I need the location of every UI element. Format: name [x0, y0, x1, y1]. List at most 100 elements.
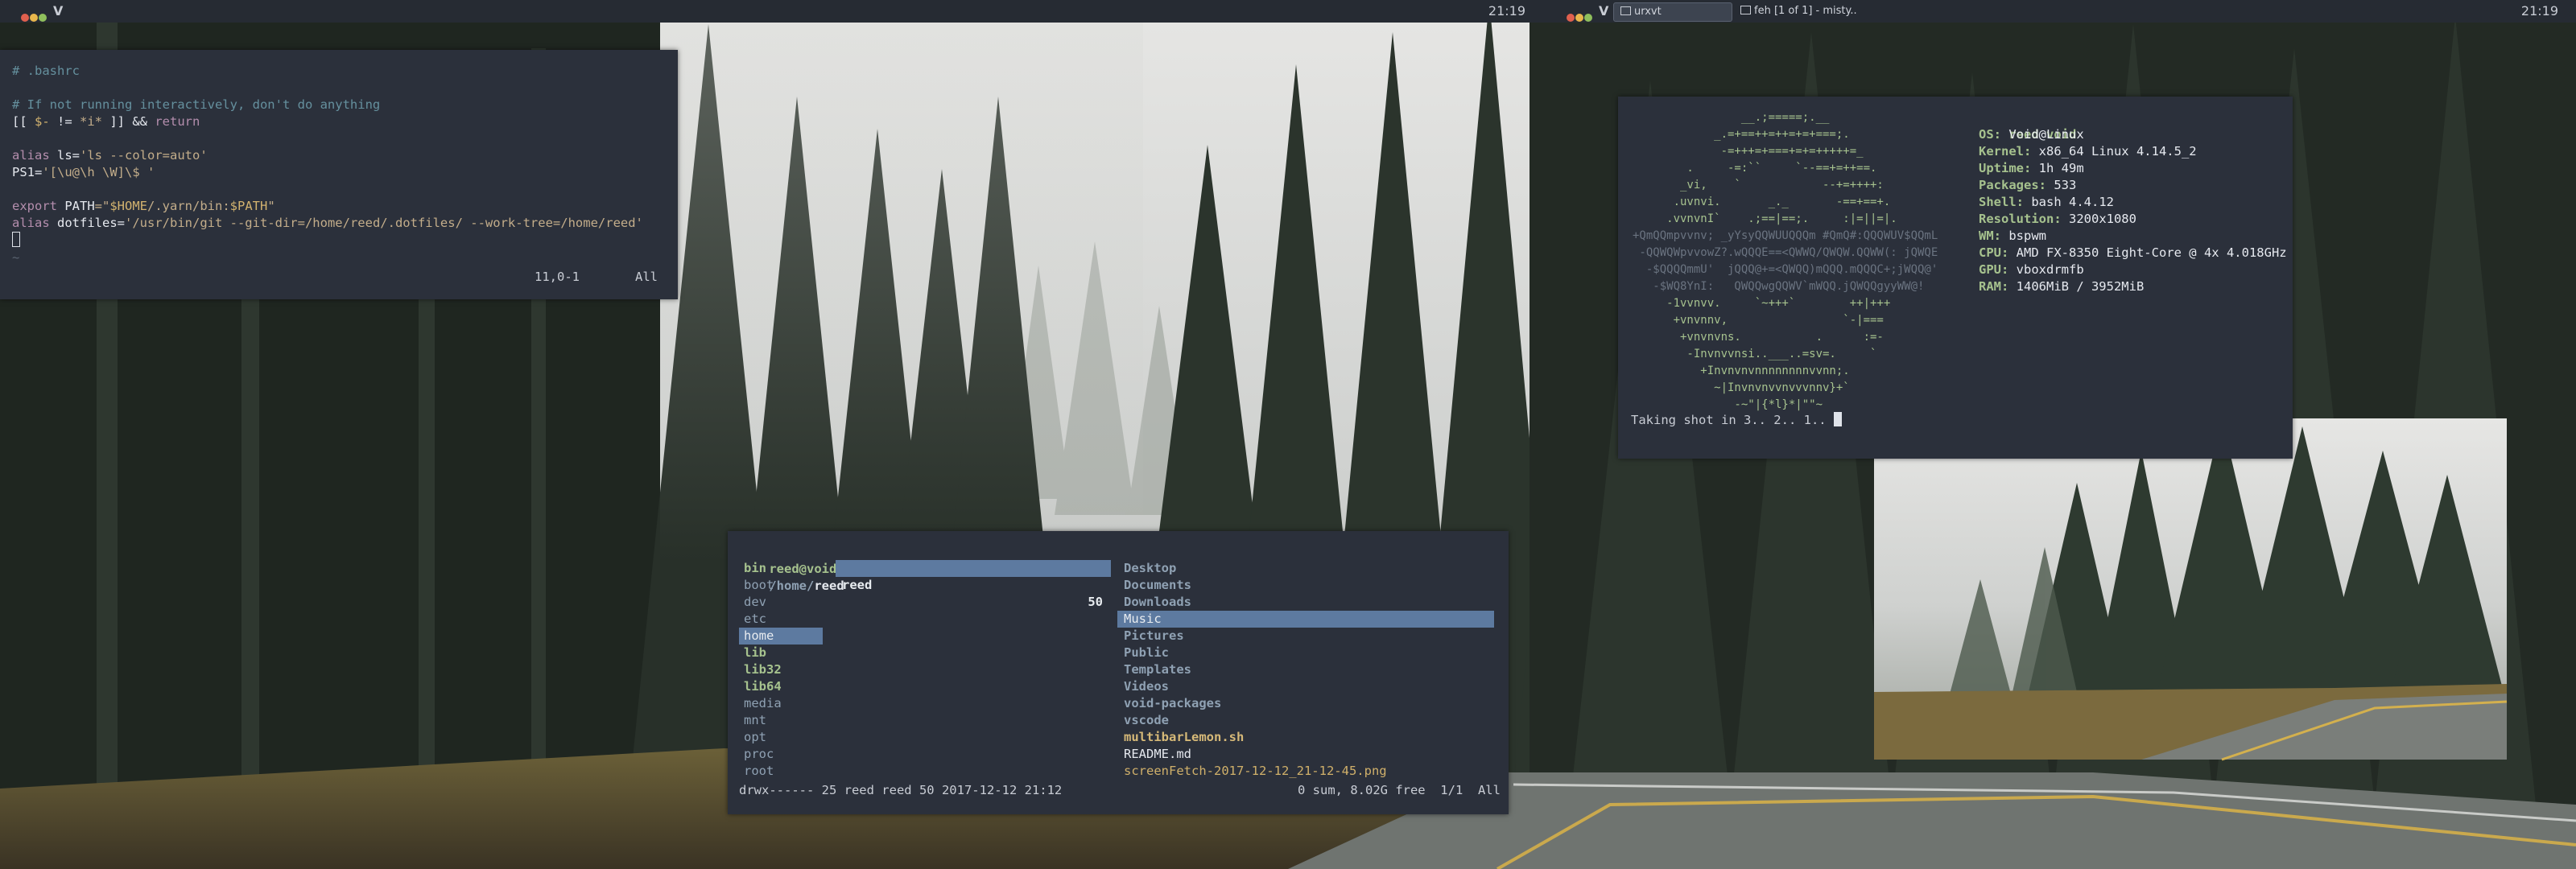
- vim-token: $PATH: [229, 199, 268, 213]
- info-value: vboxdrmfb: [2008, 262, 2084, 277]
- list-item[interactable]: Public: [1117, 645, 1169, 661]
- ranger-file-manager-window[interactable]: reed@void /home/reed bin boot dev etc home li…: [728, 531, 1509, 814]
- logo-line: +vnvnvns. . :=-: [1633, 331, 1884, 344]
- list-item[interactable]: Videos: [1117, 678, 1169, 695]
- list-item[interactable]: mnt: [739, 712, 766, 729]
- list-item[interactable]: bin: [739, 560, 766, 577]
- item-name: multibarLemon.sh: [1124, 730, 1245, 744]
- terminal-icon: [1620, 6, 1631, 15]
- list-item[interactable]: lib32: [739, 661, 782, 678]
- list-item[interactable]: lib64: [739, 678, 782, 695]
- list-item[interactable]: Documents: [1117, 577, 1191, 594]
- info-value: x86_64 Linux 4.14.5_2: [2031, 144, 2197, 159]
- vim-line: alias ls='ls --color=auto': [12, 147, 208, 164]
- red-dot-icon: [21, 14, 29, 22]
- vim-token: alias: [12, 148, 57, 163]
- list-item[interactable]: Downloads: [1117, 594, 1191, 611]
- list-item[interactable]: Pictures: [1117, 628, 1184, 645]
- info-value: 533: [2046, 178, 2077, 192]
- info-value: 3200x1080: [2061, 212, 2136, 226]
- info-row: Resolution: 3200x1080: [1979, 211, 2136, 228]
- info-key: Uptime:: [1979, 161, 2032, 175]
- list-item[interactable]: Music: [1117, 611, 1494, 628]
- info-value: 1h 49m: [2031, 161, 2084, 175]
- vim-token: export: [12, 199, 65, 213]
- dir-count: 50: [1088, 595, 1103, 609]
- vim-line: alias dotfiles='/usr/bin/git --git-dir=/…: [12, 215, 643, 232]
- list-item[interactable]: Templates: [1117, 661, 1191, 678]
- info-row: Uptime: 1h 49m: [1979, 160, 2084, 177]
- info-key: RAM:: [1979, 279, 2009, 294]
- item-name: Templates: [1124, 662, 1191, 677]
- neofetch-terminal-window[interactable]: __.;=====;.__ _.=+==++=++=+=+===;. -=+++…: [1618, 97, 2293, 459]
- list-item[interactable]: screenFetch-2017-12-12_21-12-45.png: [1117, 763, 1387, 780]
- logo-line: -=+++=+===+=+=+++++=_: [1633, 145, 1864, 158]
- item-name: lib64: [744, 679, 782, 694]
- info-value: bspwm: [2001, 229, 2046, 243]
- item-name: screenFetch-2017-12-12_21-12-45.png: [1124, 764, 1387, 778]
- item-name: Music: [1124, 612, 1162, 626]
- list-item[interactable]: root: [739, 763, 774, 780]
- logo-line: .uvnvi. _._ -==+==+.: [1633, 196, 1891, 208]
- vim-token: =": [94, 199, 110, 213]
- vim-token: PS1: [12, 165, 35, 179]
- logo-line: ~|Invnvnvvnvvvnnv}+`: [1633, 381, 1850, 394]
- vim-token: =: [35, 165, 43, 179]
- list-item[interactable]: lib: [739, 645, 766, 661]
- logo-line: +vnvnnv, `-|===: [1633, 314, 1884, 327]
- item-name: lib32: [744, 662, 782, 677]
- user-host: reed@void: [769, 562, 837, 576]
- list-item[interactable]: dev: [739, 594, 766, 611]
- vim-line: export PATH="$HOME/.yarn/bin:$PATH": [12, 198, 275, 215]
- logo-line: . -=:`` `--==+=++==.: [1633, 162, 1877, 175]
- taskbar-item-label: feh [1 of 1] - misty...: [1754, 5, 1856, 17]
- taskbar-item-urxvt[interactable]: urxvt: [1613, 2, 1732, 22]
- info-row: RAM: 1406MiB / 3952MiB: [1979, 278, 2144, 295]
- info-row: OS: Void Linux: [1979, 126, 2084, 143]
- workspace-indicator[interactable]: V: [1599, 0, 1608, 23]
- item-name: mnt: [744, 713, 766, 727]
- item-name: Downloads: [1124, 595, 1191, 609]
- info-value: AMD FX-8350 Eight-Core @ 4x 4.018GHz: [2008, 245, 2287, 260]
- countdown-text: Taking shot in 3.. 2.. 1..: [1631, 413, 1834, 427]
- text-cursor: [1833, 412, 1842, 426]
- feh-image-window: [1874, 418, 2508, 761]
- info-row: Kernel: x86_64 Linux 4.14.5_2: [1979, 143, 2197, 160]
- list-item[interactable]: boot: [739, 577, 774, 594]
- list-item[interactable]: media: [739, 695, 782, 712]
- taskbar-item-feh[interactable]: feh [1 of 1] - misty...: [1734, 2, 1856, 20]
- item-name: Desktop: [1124, 561, 1177, 575]
- item-name: README.md: [1124, 747, 1191, 761]
- list-item[interactable]: Desktop: [1117, 560, 1176, 577]
- vim-token: ]] &&: [102, 114, 155, 129]
- vim-terminal-window[interactable]: # .bashrc # If not running interactively,…: [0, 50, 678, 299]
- item-name: Pictures: [1124, 628, 1184, 643]
- ranger-status-left: drwx------ 25 reed reed 50 2017-12-12 21…: [739, 783, 1063, 797]
- workspace-indicator[interactable]: V: [53, 0, 63, 23]
- list-item[interactable]: void-packages: [1117, 695, 1221, 712]
- logo-line: -~"|{*l}*|""~: [1633, 398, 1823, 411]
- top-bar-left: V 21:19: [0, 0, 1574, 23]
- green-dot-icon: [1584, 14, 1592, 22]
- vim-line: PS1='[\u@\h \W]\$ ': [12, 164, 155, 181]
- list-item[interactable]: home: [739, 628, 823, 645]
- logo-line: _.=+==++=++=+=+===;.: [1633, 128, 1850, 141]
- item-name: Public: [1124, 645, 1169, 660]
- list-item-selected[interactable]: reed 50: [836, 560, 1111, 609]
- item-name: dev: [744, 595, 766, 609]
- vim-line: [[ $- != *i* ]] && return: [12, 113, 200, 130]
- list-item[interactable]: vscode: [1117, 712, 1169, 729]
- list-item[interactable]: README.md: [1117, 746, 1191, 763]
- info-key: WM:: [1979, 229, 2001, 243]
- list-item[interactable]: proc: [739, 746, 774, 763]
- vim-tilde: ~: [12, 250, 20, 265]
- item-name: home: [744, 628, 774, 643]
- list-item[interactable]: opt: [739, 729, 766, 746]
- vim-token: $-: [35, 114, 50, 129]
- vim-token: PATH: [64, 199, 95, 213]
- vim-cursor: [12, 232, 20, 249]
- list-item[interactable]: multibarLemon.sh: [1117, 729, 1244, 746]
- green-dot-icon: [39, 14, 47, 22]
- vim-token: $HOME: [109, 199, 147, 213]
- list-item[interactable]: etc: [739, 611, 766, 628]
